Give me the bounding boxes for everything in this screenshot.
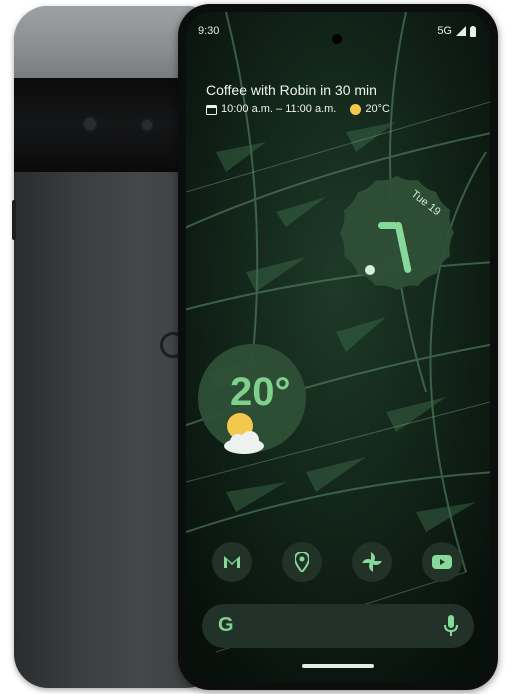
event-details[interactable]: 10:00 a.m. – 11:00 a.m. 20°C bbox=[206, 103, 390, 115]
gmail-icon[interactable] bbox=[212, 542, 252, 582]
side-button bbox=[12, 200, 16, 240]
google-g-icon: G bbox=[218, 614, 234, 636]
event-time: 10:00 a.m. – 11:00 a.m. bbox=[221, 103, 337, 115]
event-title[interactable]: Coffee with Robin in 30 min bbox=[206, 82, 377, 98]
network-label: 5G bbox=[437, 25, 452, 37]
weather-temperature: 20° bbox=[230, 370, 291, 414]
microphone-icon[interactable] bbox=[444, 615, 458, 637]
calendar-icon bbox=[206, 104, 217, 115]
camera-lens-icon bbox=[142, 120, 152, 130]
status-icons: 5G bbox=[437, 25, 476, 37]
clock-widget[interactable] bbox=[336, 172, 458, 294]
maps-pin-icon[interactable] bbox=[282, 542, 322, 582]
clock-second-dot bbox=[365, 265, 375, 275]
phone-front: 9:30 5G Coffee with Robin in 30 min 10:0… bbox=[178, 4, 498, 690]
gesture-navigation-bar[interactable] bbox=[302, 664, 374, 668]
google-search-bar[interactable]: G bbox=[202, 604, 474, 648]
status-bar: 9:30 5G bbox=[186, 22, 490, 44]
front-camera-icon bbox=[332, 34, 342, 44]
signal-icon bbox=[456, 26, 466, 36]
partly-sunny-icon bbox=[224, 413, 264, 454]
home-screen: 9:30 5G Coffee with Robin in 30 min 10:0… bbox=[186, 12, 490, 682]
youtube-icon[interactable] bbox=[422, 542, 462, 582]
camera-lens-icon bbox=[84, 118, 96, 130]
photos-pinwheel-icon[interactable] bbox=[352, 542, 392, 582]
glance-temperature: 20°C bbox=[365, 103, 390, 115]
sun-icon bbox=[350, 103, 362, 115]
status-time: 9:30 bbox=[198, 25, 220, 37]
battery-icon bbox=[470, 25, 476, 37]
